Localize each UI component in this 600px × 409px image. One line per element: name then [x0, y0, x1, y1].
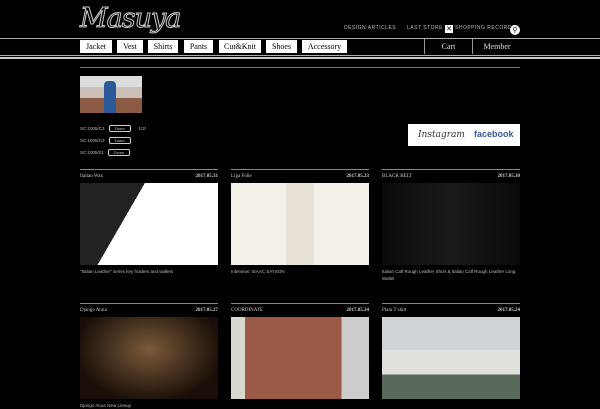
zoom-button[interactable]: Zoom	[108, 137, 131, 144]
divider	[0, 38, 600, 39]
row-extra: 1/2/	[138, 126, 147, 131]
facebook-link[interactable]: facebook	[474, 129, 514, 139]
nav-jacket[interactable]: Jacket	[80, 40, 112, 53]
card-text: Django Atour New Lineup	[80, 403, 132, 408]
close-icon[interactable]: ✕	[445, 25, 453, 33]
card-date: 2017.05.23	[346, 174, 370, 179]
article-card[interactable]: Django Atour 2017.05.27 Django Atour New …	[80, 303, 218, 409]
card-title[interactable]: Liga Folle	[231, 174, 252, 179]
info-row: SC:1005/C3 Zoom	[80, 137, 131, 144]
row-label: SC:1005/01	[80, 150, 104, 155]
divider	[472, 39, 473, 54]
nav-accessory[interactable]: Accessory	[302, 40, 347, 53]
card-image[interactable]	[80, 183, 218, 265]
instagram-link[interactable]: Instagram	[418, 130, 465, 140]
card-title[interactable]: COORDINATE	[231, 308, 263, 313]
card-title[interactable]: BLACK BELT	[382, 174, 412, 179]
card-title[interactable]: Django Atour	[80, 308, 107, 313]
header-link[interactable]: SHOPPING RECORDS	[455, 25, 516, 31]
card-date: 2017.05.24	[346, 308, 370, 313]
divider	[0, 57, 600, 59]
divider	[231, 169, 369, 170]
article-card[interactable]: COORDINATE 2017.05.24	[231, 303, 369, 402]
divider	[382, 169, 520, 170]
divider	[80, 67, 520, 68]
article-card[interactable]: Plain T shirt 2017.05.24	[382, 303, 520, 402]
card-image[interactable]	[231, 183, 369, 265]
featured-thumbnail[interactable]	[80, 76, 142, 113]
nav-shoes[interactable]: Shoes	[266, 40, 297, 53]
article-card[interactable]: Italian Wax 2017.05.31 "Italian Leather" …	[80, 169, 218, 275]
card-image[interactable]	[382, 183, 520, 265]
article-card[interactable]: Liga Folle 2017.05.23 Interview: ISAAC SA…	[231, 169, 369, 275]
card-image[interactable]	[80, 317, 218, 399]
search-icon[interactable]: ⚲	[510, 25, 520, 35]
card-text: Interview: ISAAC SAYSON	[231, 269, 285, 274]
cart-link[interactable]: Cart	[425, 40, 472, 53]
card-text: Italian Calf Rough Leather Short & Itali…	[382, 269, 516, 281]
header-link[interactable]: LAST STORE	[407, 25, 443, 31]
card-date: 2017.05.27	[195, 308, 219, 313]
card-image[interactable]	[231, 317, 369, 399]
divider	[0, 55, 600, 56]
divider	[382, 303, 520, 304]
member-link[interactable]: Member	[474, 40, 520, 53]
card-date: 2017.05.24	[497, 308, 521, 313]
card-date: 2017.05.30	[497, 174, 521, 179]
logo[interactable]: Masuya	[79, 3, 181, 35]
divider	[80, 303, 218, 304]
nav-pants[interactable]: Pants	[184, 40, 213, 53]
nav-cutknit[interactable]: Cut&Knit	[219, 40, 261, 53]
zoom-button[interactable]: Zoom	[107, 149, 130, 156]
row-label: SC:1005/C3	[80, 138, 105, 143]
info-row: SC:1005/C3 Zoom 1/2/	[80, 125, 146, 132]
divider	[231, 303, 369, 304]
nav-vest[interactable]: Vest	[117, 40, 143, 53]
card-text: "Italian Leather" series key holders and…	[80, 269, 173, 274]
card-title[interactable]: Plain T shirt	[382, 308, 407, 313]
nav-shirts[interactable]: Shirts	[148, 40, 178, 53]
row-label: SC:1005/C3	[80, 126, 105, 131]
divider	[80, 169, 218, 170]
card-date: 2017.05.31	[195, 174, 219, 179]
article-card[interactable]: BLACK BELT 2017.05.30 Italian Calf Rough …	[382, 169, 520, 282]
info-row: SC:1005/01 Zoom	[80, 149, 130, 156]
header-link[interactable]: DESIGN ARTICLES	[344, 25, 396, 31]
card-image[interactable]	[382, 317, 520, 399]
zoom-button[interactable]: Zoom	[108, 125, 131, 132]
card-title[interactable]: Italian Wax	[80, 174, 103, 179]
